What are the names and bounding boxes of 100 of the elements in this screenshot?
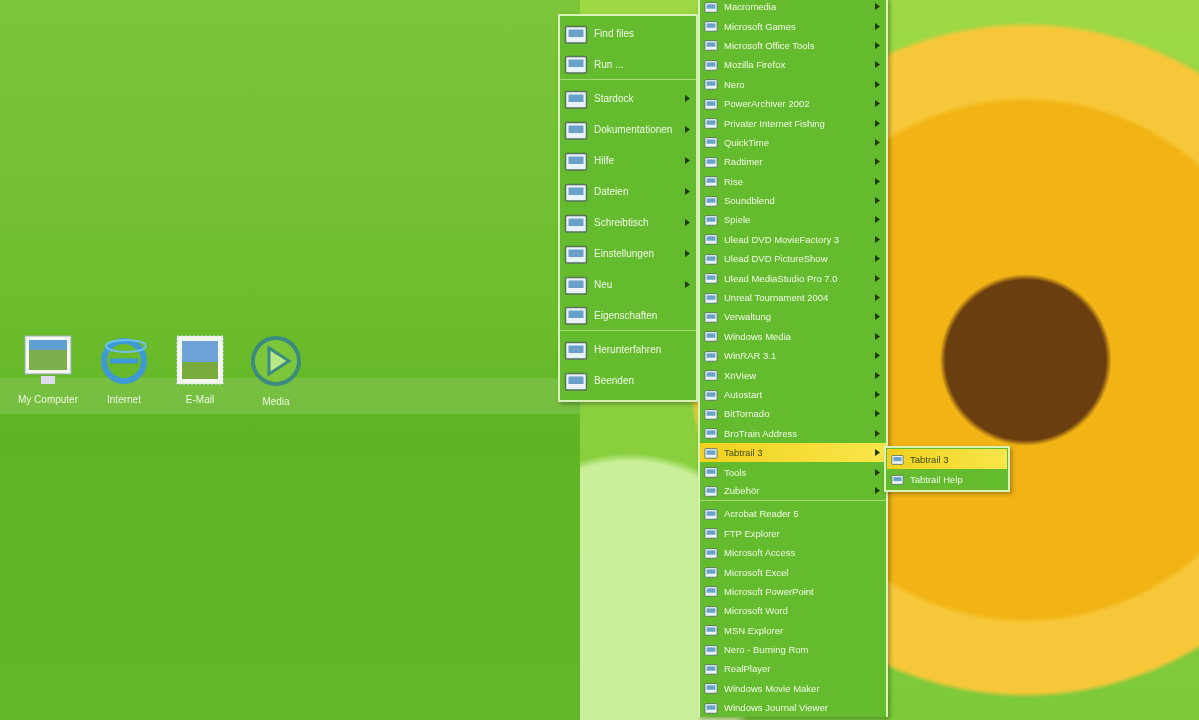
menu-item[interactable]: Windows Media bbox=[700, 326, 886, 347]
menu-item[interactable]: Find files bbox=[560, 18, 696, 49]
program-icon bbox=[704, 603, 718, 618]
menu-item[interactable]: RealPlayer bbox=[700, 659, 886, 679]
submenu-arrow-icon bbox=[875, 119, 880, 127]
menu-item[interactable]: Microsoft Word bbox=[700, 601, 886, 621]
menu-item[interactable]: Ulead MediaStudio Pro 7.0 bbox=[700, 268, 886, 288]
menu-item[interactable]: Microsoft Access bbox=[700, 542, 886, 563]
submenu-arrow-icon bbox=[875, 216, 880, 224]
menu-item[interactable]: Run ... bbox=[560, 49, 696, 80]
program-icon bbox=[704, 19, 718, 34]
menu-item[interactable]: Dateien bbox=[560, 176, 696, 207]
submenu-arrow-icon bbox=[875, 391, 880, 398]
submenu-arrow-icon bbox=[875, 468, 880, 476]
menu-item[interactable]: XnView bbox=[700, 365, 886, 385]
menu-item[interactable]: Hilfe bbox=[560, 145, 696, 176]
menu-item[interactable]: FTP Explorer bbox=[700, 523, 886, 543]
menu-item[interactable]: Spiele bbox=[700, 210, 886, 230]
submenu-arrow-icon bbox=[875, 158, 880, 166]
menu-item[interactable]: Tabtrail 3 bbox=[887, 449, 1007, 469]
menu-item[interactable]: Dokumentationen bbox=[560, 114, 696, 145]
submenu-arrow-icon bbox=[875, 138, 880, 146]
submenu-arrow-icon bbox=[875, 235, 880, 243]
menu-item[interactable]: Autostart bbox=[700, 384, 886, 405]
program-icon bbox=[704, 681, 718, 696]
menu-item[interactable]: Microsoft Excel bbox=[700, 562, 886, 582]
menu-item[interactable]: Mozilla Firefox bbox=[700, 55, 886, 75]
desktop-shortcut[interactable]: Media bbox=[242, 334, 310, 407]
program-icon bbox=[704, 77, 718, 92]
program-icon bbox=[704, 526, 718, 541]
desktop-shortcut[interactable]: Internet bbox=[90, 334, 158, 407]
submenu-arrow-icon bbox=[875, 41, 880, 49]
program-icon bbox=[704, 290, 718, 305]
program-icon bbox=[891, 472, 904, 486]
menu-item[interactable]: Microsoft Office Tools bbox=[700, 35, 886, 56]
menu-item[interactable]: Tabtrail Help bbox=[887, 469, 1007, 489]
menu-item[interactable]: Nero bbox=[700, 74, 886, 94]
menu-item[interactable]: Schreibtisch bbox=[560, 207, 696, 238]
menu-item[interactable]: BroTrain Address bbox=[700, 423, 886, 443]
program-icon bbox=[704, 642, 718, 657]
program-icon bbox=[704, 57, 718, 72]
menu-item[interactable]: Acrobat Reader 5 bbox=[700, 504, 886, 524]
menu-item[interactable]: PowerArchiver 2002 bbox=[700, 93, 886, 114]
menu-item[interactable]: Eigenschaften bbox=[560, 300, 696, 331]
program-icon bbox=[704, 506, 718, 521]
submenu-arrow-icon bbox=[685, 126, 690, 133]
menu-item[interactable]: Tools bbox=[700, 462, 886, 482]
menu-item[interactable]: Ulead DVD MovieFactory 3 bbox=[700, 229, 886, 250]
submenu-arrow-icon bbox=[875, 255, 880, 263]
program-icon bbox=[704, 309, 718, 324]
program-icon bbox=[704, 465, 718, 480]
menu-item[interactable]: Soundblend bbox=[700, 190, 886, 211]
submenu-arrow-icon bbox=[875, 352, 880, 360]
menu-item[interactable]: Windows Journal Viewer bbox=[700, 698, 886, 718]
submenu-arrow-icon bbox=[875, 3, 880, 11]
menu-item[interactable]: Zubehör bbox=[700, 481, 886, 502]
menu-item[interactable]: Stardock bbox=[560, 83, 696, 114]
menu-item[interactable]: WinRAR 3.1 bbox=[700, 346, 886, 366]
stamp-icon bbox=[175, 334, 225, 386]
submenu-arrow-icon bbox=[685, 95, 690, 102]
shortcut-label: Internet bbox=[107, 394, 141, 405]
submenu-arrow-icon bbox=[875, 294, 880, 302]
menu-item[interactable]: Einstellungen bbox=[560, 238, 696, 269]
desktop-shortcut[interactable]: E-Mail bbox=[166, 334, 234, 407]
menu-item[interactable]: Microsoft PowerPoint bbox=[700, 581, 886, 602]
menu-item[interactable]: BitTornado bbox=[700, 404, 886, 424]
menu-item[interactable]: Ulead DVD PictureShow bbox=[700, 249, 886, 269]
program-icon bbox=[704, 232, 718, 247]
program-icon bbox=[704, 387, 718, 402]
menu-item[interactable]: Windows Movie Maker bbox=[700, 678, 886, 699]
submenu-arrow-icon bbox=[685, 281, 690, 288]
submenu-arrow-icon bbox=[875, 487, 880, 495]
program-icon bbox=[704, 213, 718, 227]
menu-item[interactable]: Verwaltung bbox=[700, 307, 886, 327]
menu-item[interactable]: Microsoft Games bbox=[700, 16, 886, 36]
program-icon bbox=[704, 116, 718, 131]
submenu-arrow-icon bbox=[875, 313, 880, 321]
menu-item[interactable]: Rise bbox=[700, 171, 886, 191]
program-icon bbox=[704, 545, 718, 560]
menu-item[interactable]: Herunterfahren bbox=[560, 334, 696, 365]
menu-item[interactable]: Privater Internet Fishing bbox=[700, 113, 886, 133]
menu-item[interactable]: QuickTime bbox=[700, 132, 886, 153]
submenu-arrow-icon bbox=[685, 188, 690, 195]
menu-item[interactable]: Neu bbox=[560, 269, 696, 300]
submenu-arrow-icon bbox=[875, 61, 880, 69]
program-icon bbox=[704, 0, 718, 14]
menu-item[interactable]: Beenden bbox=[560, 365, 696, 396]
program-icon bbox=[704, 426, 718, 441]
submenu-arrow-icon bbox=[875, 332, 880, 340]
menu-item[interactable]: Unreal Tournament 2004 bbox=[700, 287, 886, 308]
submenu-arrow-icon bbox=[875, 429, 880, 437]
desktop-shortcut[interactable]: My Computer bbox=[14, 334, 82, 407]
play-circle-icon bbox=[249, 334, 303, 388]
shortcut-label: My Computer bbox=[18, 394, 78, 405]
menu-item[interactable]: Radtimer bbox=[700, 152, 886, 172]
menu-item[interactable]: MSN Explorer bbox=[700, 620, 886, 640]
menu-item[interactable]: Macromedia bbox=[700, 0, 886, 17]
menu-item[interactable]: Tabtrail 3 bbox=[700, 443, 886, 463]
submenu-arrow-icon bbox=[875, 80, 880, 88]
menu-item[interactable]: Nero - Burning Rom bbox=[700, 639, 886, 660]
